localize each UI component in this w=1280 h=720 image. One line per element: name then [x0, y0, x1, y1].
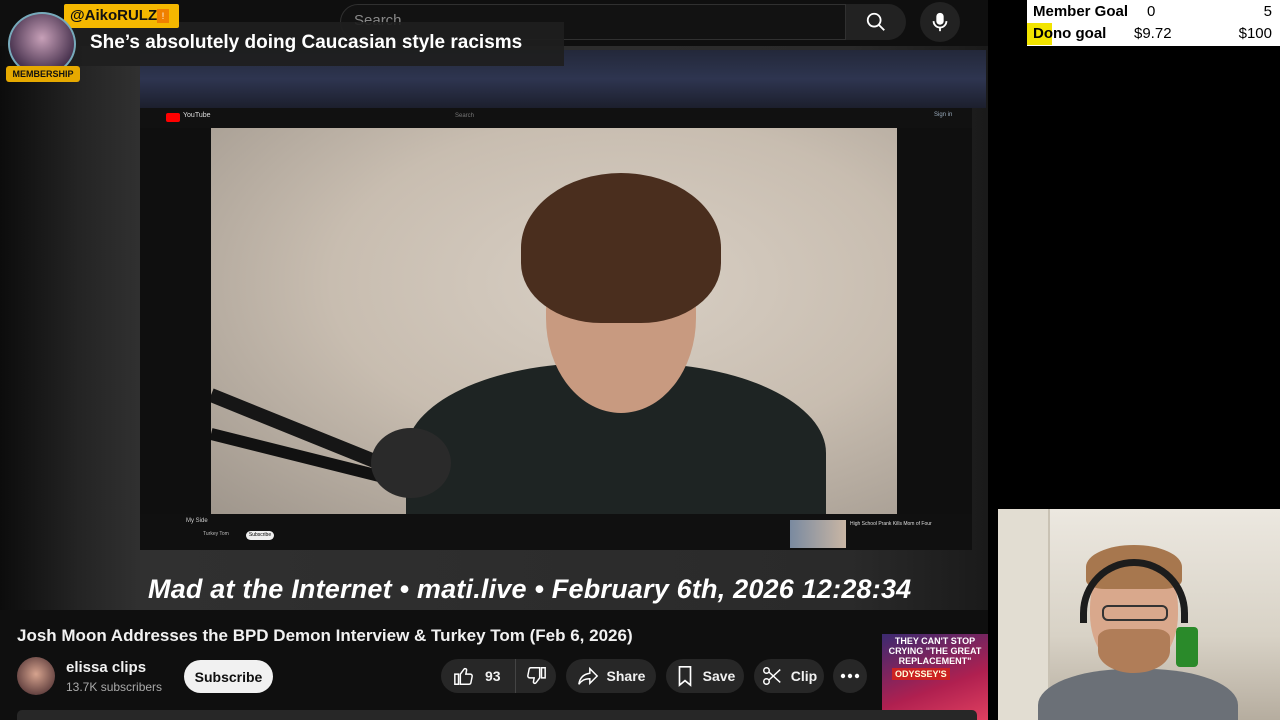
streamer-shirt: [1038, 669, 1238, 720]
voice-search-button[interactable]: [920, 2, 960, 42]
dislike-button[interactable]: [515, 659, 556, 693]
inner-signin: Sign in: [934, 112, 953, 118]
inner-logo-text: YouTube: [183, 112, 211, 119]
inner-subscribe-button: Subscribe: [246, 531, 274, 540]
scissors-icon: [762, 667, 781, 685]
member-goal-current: 0: [1147, 3, 1156, 20]
subscribe-button[interactable]: Subscribe: [184, 660, 273, 693]
search-icon: [866, 12, 885, 31]
youtube-logo-icon: [166, 113, 180, 122]
dono-goal-current: $9.72: [1134, 25, 1172, 42]
search-button[interactable]: [846, 4, 906, 40]
member-goal-label: Member Goal: [1033, 3, 1129, 20]
description-box-edge: [17, 710, 977, 720]
video-title: Josh Moon Addresses the BPD Demon Interv…: [17, 626, 633, 645]
share-icon: [577, 666, 598, 686]
clip-label: Clip: [790, 668, 818, 684]
inner-video-title: My Side: [186, 518, 208, 524]
goal-panel: Member Goal 0 5 Dono goal $9.72 $100: [1027, 0, 1280, 46]
inner-search: Search: [455, 113, 475, 119]
chat-message-text: She’s absolutely doing Caucasian style r…: [90, 32, 523, 53]
streamer-beard: [1098, 629, 1170, 673]
person-hair: [521, 173, 721, 323]
stream-capture: Search YouTube Search Sign in My Side Tu…: [0, 0, 988, 720]
inner-topbar: [140, 108, 972, 128]
webcam-feed: [998, 509, 1280, 720]
save-label: Save: [702, 668, 736, 684]
ad-tag: ODYSSEY'S: [892, 668, 950, 680]
membership-badge: MEMBERSHIP: [6, 66, 80, 82]
microphone: [371, 428, 451, 498]
inner-channel-name: Turkey Tom: [203, 531, 229, 537]
like-button[interactable]: 93: [441, 659, 515, 693]
inner-recommended-thumbnail: [790, 520, 846, 548]
green-object: [1176, 627, 1198, 667]
share-button[interactable]: Share: [566, 659, 656, 693]
dono-goal-row: Dono goal $9.72 $100: [1027, 23, 1280, 45]
subscriber-count: 13.7K subscribers: [66, 680, 163, 694]
ad-headline: THEY CAN'T STOP CRYING "THE GREAT REPLAC…: [888, 636, 982, 666]
stream-watermark: Mad at the Internet • mati.live • Februa…: [148, 574, 912, 604]
thumbs-up-icon: [454, 667, 473, 685]
webcam-background-door: [998, 509, 1050, 720]
channel-name[interactable]: elissa clips: [66, 659, 146, 676]
bookmark-icon: [678, 666, 691, 687]
channel-avatar[interactable]: [17, 657, 55, 695]
share-label: Share: [606, 668, 646, 684]
more-actions-button[interactable]: [833, 659, 867, 693]
member-goal-row: Member Goal 0 5: [1027, 1, 1280, 23]
like-count: 93: [485, 668, 501, 684]
member-goal-target: 5: [1263, 3, 1272, 20]
dono-goal-target: $100: [1238, 25, 1272, 42]
thumbs-down-icon: [527, 667, 546, 685]
inner-video-frame: [211, 128, 897, 514]
save-button[interactable]: Save: [666, 659, 744, 693]
sidebar-ad-thumbnail[interactable]: THEY CAN'T STOP CRYING "THE GREAT REPLAC…: [882, 634, 988, 720]
inner-recommended-title: High School Prank Kills Mom of Four: [850, 521, 932, 527]
dono-goal-label: Dono goal: [1033, 25, 1107, 42]
member-flag-icon: !: [157, 9, 169, 23]
more-horizontal-icon: [840, 673, 860, 679]
clip-button[interactable]: Clip: [754, 659, 824, 693]
microphone-icon: [932, 12, 948, 32]
